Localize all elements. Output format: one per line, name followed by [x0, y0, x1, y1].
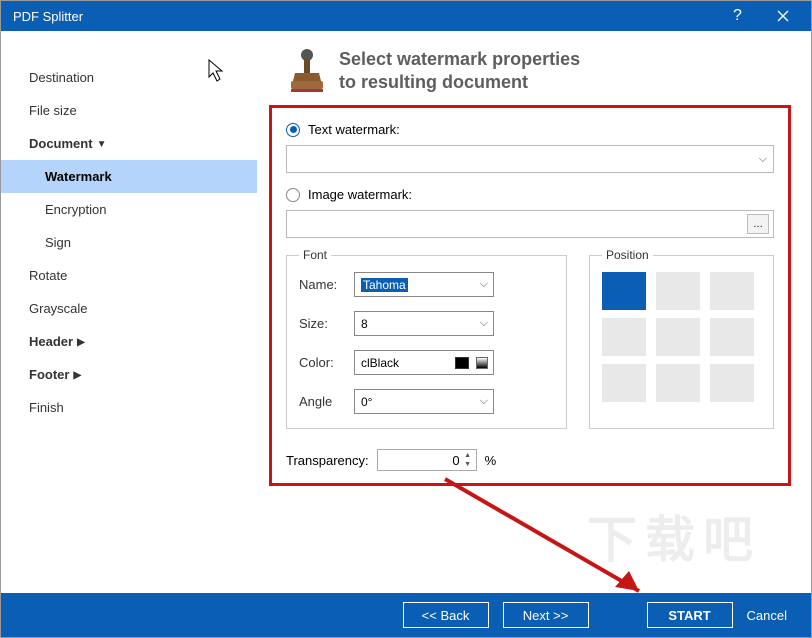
bottom-bar: << Back Next >> START Cancel: [1, 593, 811, 637]
image-watermark-radio[interactable]: [286, 188, 300, 202]
chevron-down-icon: ⌵: [759, 153, 767, 166]
browse-button[interactable]: …: [747, 214, 769, 234]
sidebar-item-destination[interactable]: Destination: [1, 61, 257, 94]
font-group: Font Name: Tahoma⌵ Size: 8⌵ Color: clBla…: [286, 248, 567, 429]
transparency-unit: %: [485, 453, 497, 468]
chevron-right-icon: ▶: [73, 370, 81, 381]
angle-label: Angle: [299, 394, 354, 409]
cancel-button[interactable]: Cancel: [747, 602, 787, 628]
sidebar: Destination File size Document▼ Watermar…: [1, 31, 257, 593]
text-watermark-label: Text watermark:: [308, 122, 400, 137]
sidebar-item-footer[interactable]: Footer▶: [1, 358, 257, 391]
position-group: Position: [589, 248, 774, 429]
back-button[interactable]: << Back: [403, 602, 489, 628]
sidebar-item-header[interactable]: Header▶: [1, 325, 257, 358]
window-title: PDF Splitter: [13, 9, 715, 24]
sidebar-item-watermark[interactable]: Watermark: [1, 160, 257, 193]
angle-select[interactable]: 0°⌵: [354, 389, 494, 414]
transparency-label: Transparency:: [286, 453, 369, 468]
chevron-down-icon: ▼: [97, 139, 107, 150]
header-line2: to resulting document: [339, 71, 580, 94]
font-name-select[interactable]: Tahoma⌵: [354, 272, 494, 297]
color-label: Color:: [299, 355, 354, 370]
chevron-down-icon: ⌵: [480, 278, 488, 291]
position-bottom-center[interactable]: [656, 364, 700, 402]
sidebar-item-rotate[interactable]: Rotate: [1, 259, 257, 292]
sidebar-item-finish[interactable]: Finish: [1, 391, 257, 424]
close-button[interactable]: [760, 1, 805, 31]
text-watermark-select[interactable]: ⌵: [286, 145, 774, 173]
chevron-right-icon: ▶: [77, 337, 85, 348]
stamp-icon: [287, 47, 327, 95]
text-watermark-radio[interactable]: [286, 123, 300, 137]
chevron-down-icon: ⌵: [480, 317, 488, 330]
position-bottom-right[interactable]: [710, 364, 754, 402]
transparency-spinner[interactable]: 0 ▲▼: [377, 449, 477, 471]
page-header: Select watermark properties to resulting…: [269, 41, 791, 105]
sidebar-item-sign[interactable]: Sign: [1, 226, 257, 259]
name-label: Name:: [299, 277, 354, 292]
position-top-right[interactable]: [710, 272, 754, 310]
position-middle-right[interactable]: [710, 318, 754, 356]
sidebar-item-document[interactable]: Document▼: [1, 127, 257, 160]
chevron-down-icon: ⌵: [480, 395, 488, 408]
settings-panel: Text watermark: ⌵ Image watermark: … Fon: [269, 105, 791, 486]
sidebar-item-grayscale[interactable]: Grayscale: [1, 292, 257, 325]
font-color-select[interactable]: clBlack: [354, 350, 494, 375]
font-size-select[interactable]: 8⌵: [354, 311, 494, 336]
position-bottom-left[interactable]: [602, 364, 646, 402]
titlebar: PDF Splitter ?: [1, 1, 811, 31]
color-picker-icon: [476, 357, 488, 369]
header-line1: Select watermark properties: [339, 48, 580, 71]
image-watermark-input[interactable]: …: [286, 210, 774, 238]
help-button[interactable]: ?: [715, 1, 760, 31]
image-watermark-label: Image watermark:: [308, 187, 412, 202]
spinner-buttons[interactable]: ▲▼: [462, 451, 474, 469]
color-swatch-icon: [455, 357, 469, 369]
start-button[interactable]: START: [647, 602, 733, 628]
sidebar-item-filesize[interactable]: File size: [1, 94, 257, 127]
size-label: Size:: [299, 316, 354, 331]
position-top-left[interactable]: [602, 272, 646, 310]
position-middle-center[interactable]: [656, 318, 700, 356]
position-middle-left[interactable]: [602, 318, 646, 356]
sidebar-item-encryption[interactable]: Encryption: [1, 193, 257, 226]
next-button[interactable]: Next >>: [503, 602, 589, 628]
position-top-center[interactable]: [656, 272, 700, 310]
